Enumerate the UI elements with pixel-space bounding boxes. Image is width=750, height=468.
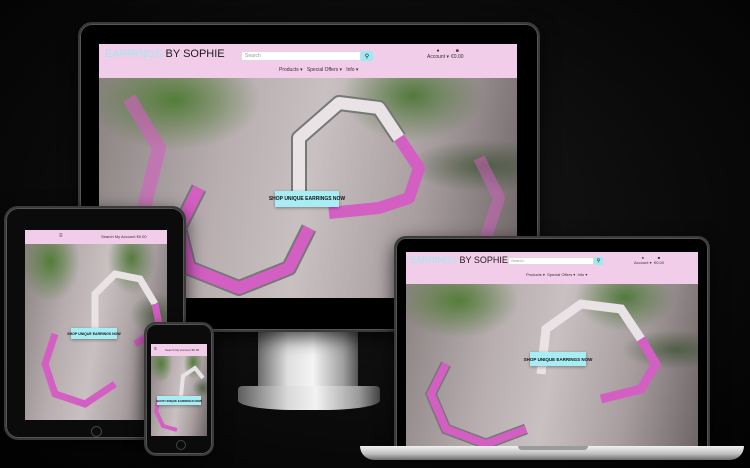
laptop-device: EARRINGS BY SOPHIE Search ⚲ ● Account ▾ … <box>394 236 710 448</box>
menu-special-offers[interactable]: Special Offers ▾ <box>307 67 342 73</box>
tablet-cta-button[interactable]: SHOP UNIQUE EARRINGS NOW <box>67 328 121 339</box>
menu-products[interactable]: Products ▾ <box>526 272 545 277</box>
phone-device: ≡ Search My Account €0.00 SHOP UNIQUE EA… <box>144 322 214 456</box>
laptop-hinge-notch <box>518 446 588 450</box>
desktop-cta-button[interactable]: SHOP UNIQUE EARRINGS NOW <box>269 191 345 207</box>
laptop-navbar: EARRINGS BY SOPHIE Search ⚲ ● Account ▾ … <box>406 252 698 284</box>
hamburger-icon[interactable]: ≡ <box>59 233 63 239</box>
laptop-hero-image <box>406 284 698 448</box>
laptop-search-input[interactable]: Search <box>508 257 594 265</box>
laptop-basket-link[interactable]: ■ €0.00 <box>654 255 664 265</box>
laptop-screen: EARRINGS BY SOPHIE Search ⚲ ● Account ▾ … <box>406 252 698 448</box>
desktop-search-button[interactable]: ⚲ <box>361 51 373 61</box>
desktop-account-link[interactable]: ● Account ▾ <box>427 48 449 60</box>
laptop-logo[interactable]: EARRINGS BY SOPHIE <box>410 255 508 265</box>
desktop-basket-link[interactable]: ■ €0.00 <box>451 48 464 60</box>
device-mockup-stage: EARRINGS BY SOPHIE Search ⚲ ● Account ▾ … <box>0 0 750 468</box>
menu-info[interactable]: Info ▾ <box>578 272 588 277</box>
phone-nav-links[interactable]: Search My Account €0.00 <box>165 348 199 352</box>
phone-navbar: ≡ Search My Account €0.00 <box>151 344 207 356</box>
desktop-search-input[interactable]: Search <box>241 51 361 61</box>
laptop-search-button[interactable]: ⚲ <box>594 257 603 265</box>
phone-home-button <box>176 440 186 450</box>
tablet-home-button <box>91 426 102 437</box>
laptop-menu: Products ▾ Special Offers ▾ Info ▾ <box>526 272 587 277</box>
hamburger-icon[interactable]: ≡ <box>154 346 157 352</box>
search-icon: ⚲ <box>364 53 370 60</box>
search-icon: ⚲ <box>596 258 601 264</box>
monitor-stand-base <box>238 386 380 410</box>
menu-products[interactable]: Products ▾ <box>279 67 303 73</box>
laptop-cta-button[interactable]: SHOP UNIQUE EARRINGS NOW <box>524 352 592 366</box>
laptop-account-link[interactable]: ● Account ▾ <box>634 255 652 265</box>
phone-screen: ≡ Search My Account €0.00 SHOP UNIQUE EA… <box>151 344 207 436</box>
tablet-navbar: ≡ Search My Account €0.00 <box>25 230 167 244</box>
menu-special-offers[interactable]: Special Offers ▾ <box>547 272 575 277</box>
phone-cta-button[interactable]: SHOP UNIQUE EARRINGS NOW <box>156 396 202 405</box>
monitor-stand-neck <box>258 330 358 388</box>
desktop-menu: Products ▾ Special Offers ▾ Info ▾ <box>279 67 358 73</box>
tablet-nav-links[interactable]: Search My Account €0.00 <box>101 234 147 239</box>
desktop-logo[interactable]: EARRINGS BY SOPHIE <box>105 48 225 60</box>
menu-info[interactable]: Info ▾ <box>346 67 358 73</box>
